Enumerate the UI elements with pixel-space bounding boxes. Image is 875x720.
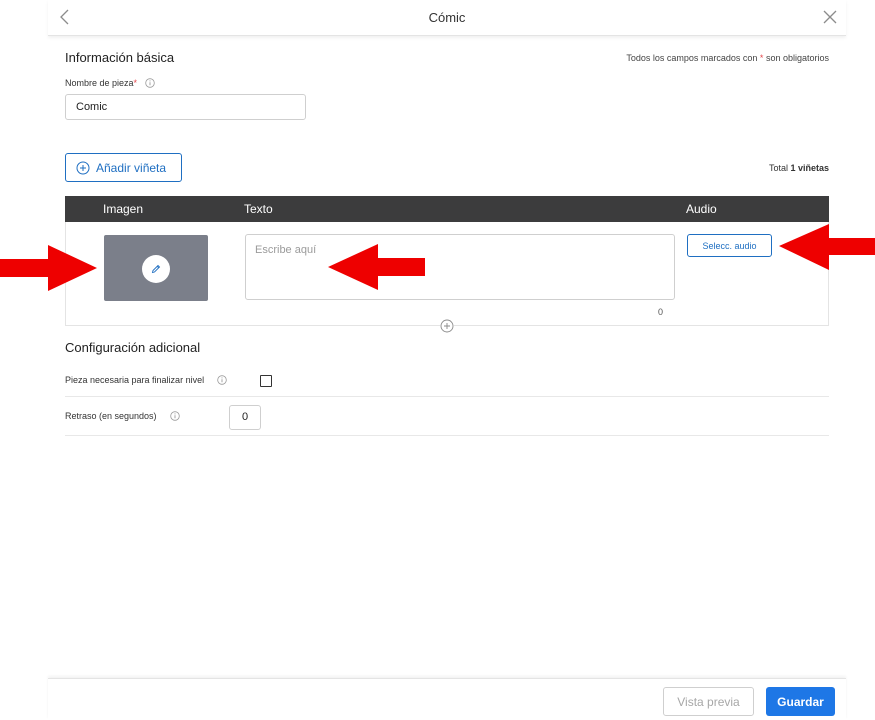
required-to-finish-label: Pieza necesaria para finalizar nivel (65, 375, 227, 385)
delay-seconds-input[interactable]: 0 (229, 405, 261, 430)
panel-total: Total 1 viñetas (769, 163, 829, 173)
info-icon[interactable] (145, 78, 155, 88)
plus-circle-icon (76, 161, 90, 174)
annotation-arrow-image (0, 245, 97, 291)
annotation-arrow-audio (779, 224, 875, 270)
panel-total-count: 1 viñetas (790, 163, 829, 173)
piece-name-input[interactable]: Comic (65, 94, 306, 120)
column-header-image: Imagen (103, 202, 144, 216)
add-panel-button[interactable]: Añadir viñeta (65, 153, 182, 182)
panel-text-input[interactable]: Escribe aquí (245, 234, 675, 300)
required-mark: * (133, 78, 138, 88)
character-count: 0 (658, 307, 664, 317)
edit-image-button[interactable] (142, 255, 170, 283)
info-icon[interactable] (169, 411, 180, 421)
panel-total-prefix: Total (768, 163, 788, 173)
panel-row: Escribe aquí 0 Selecc. audio (65, 222, 829, 326)
modal-footer: Vista previa Guardar (48, 678, 846, 720)
select-audio-button[interactable]: Selecc. audio (687, 234, 772, 257)
delay-row: Retraso (en segundos) 0 (65, 397, 829, 436)
required-to-finish-text: Pieza necesaria para finalizar nivel (65, 375, 205, 385)
info-icon[interactable] (217, 375, 227, 385)
piece-name-label-text: Nombre de pieza (65, 78, 134, 88)
required-note-suffix: son obligatorios (765, 53, 829, 63)
delay-label: Retraso (en segundos) (65, 411, 180, 421)
close-icon (823, 10, 837, 24)
panel-image-placeholder[interactable] (104, 235, 208, 301)
save-button[interactable]: Guardar (766, 687, 835, 716)
modal-header: Cómic (48, 0, 846, 36)
required-fields-note: Todos los campos marcados con * son obli… (626, 53, 829, 63)
modal-title: Cómic (428, 10, 466, 25)
close-button[interactable] (822, 9, 838, 25)
additional-config-title: Configuración adicional (65, 340, 201, 355)
delay-label-text: Retraso (en segundos) (65, 411, 157, 421)
required-to-finish-checkbox[interactable] (260, 375, 272, 387)
column-header-audio: Audio (686, 202, 717, 216)
required-to-finish-row: Pieza necesaria para finalizar nivel (65, 366, 829, 397)
piece-name-label: Nombre de pieza * (65, 78, 155, 88)
add-panel-label: Añadir viñeta (96, 160, 167, 175)
annotation-arrow-text (328, 244, 425, 290)
pencil-icon (151, 264, 161, 274)
column-header-text: Texto (244, 202, 273, 216)
preview-button[interactable]: Vista previa (663, 687, 754, 716)
add-row-plus-icon[interactable] (440, 319, 454, 333)
basic-info-title: Información básica (65, 50, 175, 65)
required-star: * (759, 53, 764, 63)
panels-table-header: Imagen Texto Audio (65, 196, 829, 222)
required-note-prefix: Todos los campos marcados con (626, 53, 758, 63)
